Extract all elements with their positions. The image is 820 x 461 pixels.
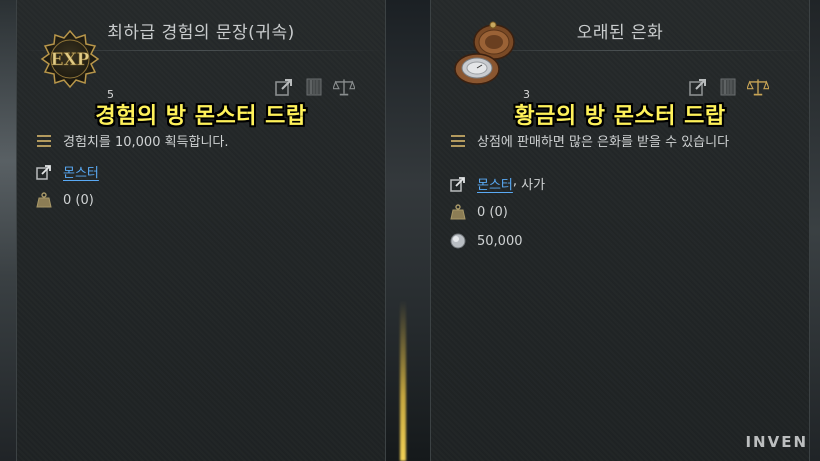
item-description: 상점에 판매하면 많은 은화를 받을 수 있습니다	[477, 135, 730, 150]
scales-icon[interactable]	[333, 76, 355, 98]
exp-icon-text: EXP	[51, 50, 90, 70]
weight-row: 0 (0)	[35, 191, 94, 209]
item-tooltip-old-silver-coin: 오래된 은화 3 황금의 방 몬스터 드랍 상점에 판매하면 많은 은화를 받을…	[430, 0, 810, 461]
item-price: 50,000	[477, 233, 523, 249]
pocket-watch-icon	[451, 20, 521, 94]
background-divider	[386, 0, 430, 461]
external-link-icon	[449, 175, 467, 193]
scales-icon[interactable]	[747, 76, 769, 98]
source-row: 몬스터	[35, 162, 99, 181]
inven-watermark: INVEN	[745, 433, 808, 451]
book-icon[interactable]	[717, 76, 739, 98]
background-left	[0, 0, 16, 461]
item-description: 경험치를 10,000 획득합니다.	[63, 135, 229, 150]
source-link-monster[interactable]: 몬스터	[477, 174, 513, 193]
external-link-icon	[35, 163, 53, 181]
item-weight: 0 (0)	[63, 192, 94, 208]
external-link-icon[interactable]	[687, 76, 709, 98]
external-link-icon[interactable]	[273, 76, 295, 98]
source-separator: ,	[512, 174, 518, 189]
source-link-monster[interactable]: 몬스터	[63, 162, 99, 181]
silver-coin-icon	[449, 232, 467, 250]
action-icons	[273, 76, 355, 98]
item-tooltip-exp-emblem: 최하급 경험의 문장(귀속) EXP 5 경험의 방 몬스터 드랍 경험치를 1…	[16, 0, 386, 461]
drop-source-banner: 황금의 방 몬스터 드랍	[514, 104, 726, 129]
item-weight: 0 (0)	[477, 204, 508, 220]
list-icon	[35, 132, 53, 150]
source-saga: 사가	[521, 178, 546, 193]
source-row: 몬스터, 사가	[449, 174, 545, 193]
book-icon[interactable]	[303, 76, 325, 98]
weight-icon	[449, 203, 467, 221]
description-row: 경험치를 10,000 획득합니다.	[35, 131, 229, 150]
action-icons	[687, 76, 769, 98]
background-right	[810, 0, 820, 461]
drop-source-banner: 경험의 방 몬스터 드랍	[95, 104, 307, 129]
description-row: 상점에 판매하면 많은 은화를 받을 수 있습니다	[449, 131, 729, 150]
list-icon	[449, 132, 467, 150]
exp-item-icon: EXP	[39, 28, 101, 94]
weight-icon	[35, 191, 53, 209]
weight-row: 0 (0)	[449, 203, 508, 221]
price-row: 50,000	[449, 232, 523, 250]
